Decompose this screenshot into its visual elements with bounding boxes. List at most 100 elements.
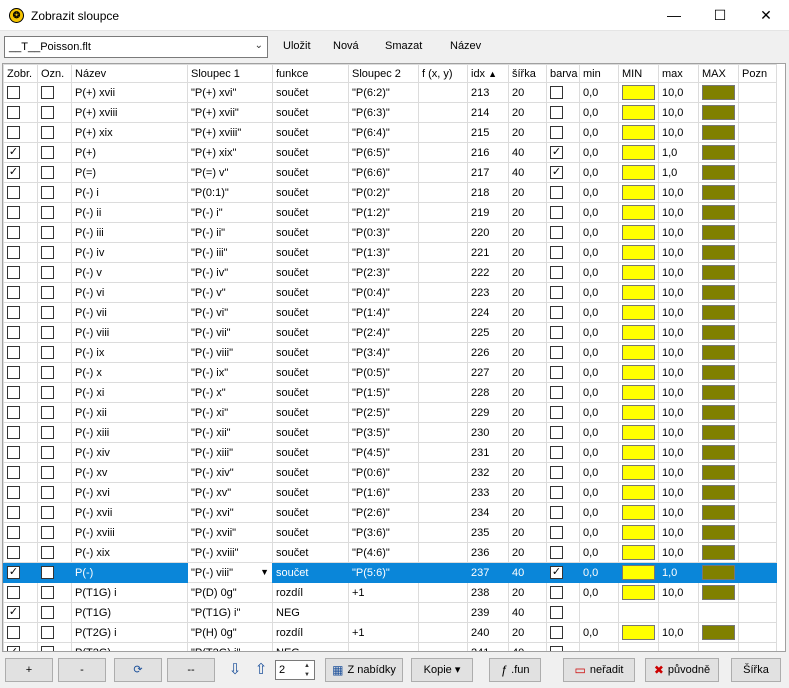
cell-s2[interactable]: "P(1:5)" — [348, 382, 419, 403]
cell-idx[interactable]: 222 — [467, 262, 509, 283]
cell-nazev[interactable]: P(-) — [71, 562, 188, 583]
ozn-checkbox[interactable] — [41, 246, 54, 259]
cell-min[interactable]: 0,0 — [579, 402, 619, 423]
cell-funkce[interactable]: součet — [272, 402, 349, 423]
table-row[interactable]: ✓ P(+) "P(+) xix" součet "P(6:5)" 216 40 ✓ 0,0 1,… — [3, 142, 777, 163]
cell-fxy[interactable] — [418, 342, 468, 363]
barva-checkbox[interactable] — [550, 506, 563, 519]
table-row[interactable]: P(-) ix "P(-) viii" součet "P(3:4)" 226 20 0,0… — [3, 342, 777, 363]
cell-pozn[interactable] — [738, 522, 777, 543]
cell-min-color[interactable] — [618, 122, 659, 143]
cell-ozn[interactable] — [37, 482, 72, 503]
table-row[interactable]: P(+) xvii "P(+) xvi" součet "P(6:2)" 213 20 0,… — [3, 82, 777, 103]
cell-max[interactable]: 10,0 — [658, 202, 699, 223]
cell-min-color[interactable] — [618, 402, 659, 423]
table-row[interactable]: P(-) x "P(-) ix" součet "P(0:5)" 227 20 0,0 10,… — [3, 362, 777, 383]
cell-zobr[interactable] — [3, 322, 38, 343]
barva-checkbox[interactable] — [550, 526, 563, 539]
barva-checkbox[interactable] — [550, 206, 563, 219]
table-row[interactable]: P(T2G) i "P(H) 0g" rozdíl +1 240 20 0,0 10,0 — [3, 622, 777, 643]
cell-s2[interactable]: "P(5:6)" — [348, 562, 419, 583]
cell-funkce[interactable]: součet — [272, 502, 349, 523]
cell-nazev[interactable]: P(-) xiii — [71, 422, 188, 443]
cell-sirka[interactable]: 20 — [508, 402, 547, 423]
cell-s1[interactable]: "P(+) xvi" — [187, 82, 273, 103]
col-header-idx[interactable]: idx ▲ — [467, 64, 509, 83]
ozn-checkbox[interactable] — [41, 506, 54, 519]
cell-ozn[interactable] — [37, 522, 72, 543]
zobr-checkbox[interactable] — [7, 346, 20, 359]
cell-ozn[interactable] — [37, 322, 72, 343]
cell-nazev[interactable]: P(-) ix — [71, 342, 188, 363]
cell-pozn[interactable] — [738, 342, 777, 363]
cell-max[interactable]: 10,0 — [658, 362, 699, 383]
rename-button[interactable]: Název — [450, 40, 481, 52]
table-row[interactable]: P(-) viii "P(-) vii" součet "P(2:4)" 225 20 0,… — [3, 322, 777, 343]
width-button[interactable]: Šířka — [731, 658, 781, 682]
cell-s1[interactable]: "P(0:1)" — [187, 182, 273, 203]
cell-max[interactable]: 10,0 — [658, 462, 699, 483]
min-color-swatch[interactable] — [622, 165, 655, 180]
cell-sirka[interactable]: 20 — [508, 362, 547, 383]
cell-sirka[interactable]: 20 — [508, 262, 547, 283]
cell-idx[interactable]: 239 — [467, 602, 509, 623]
min-color-swatch[interactable] — [622, 545, 655, 560]
cell-s1[interactable]: "P(+) xvii" — [187, 102, 273, 123]
cell-zobr[interactable] — [3, 302, 38, 323]
cell-barva[interactable] — [546, 102, 580, 123]
cell-max-color[interactable] — [698, 422, 739, 443]
cell-min[interactable]: 0,0 — [579, 582, 619, 603]
col-header-sirka[interactable]: šířka — [508, 64, 547, 83]
cell-barva[interactable] — [546, 382, 580, 403]
barva-checkbox[interactable]: ✓ — [550, 166, 563, 179]
min-color-swatch[interactable] — [622, 585, 655, 600]
cell-ozn[interactable] — [37, 202, 72, 223]
cell-sirka[interactable]: 20 — [508, 322, 547, 343]
cell-max-color[interactable] — [698, 342, 739, 363]
cell-s2[interactable]: "P(0:4)" — [348, 282, 419, 303]
dropdown-arrow-icon[interactable]: ▼ — [260, 567, 269, 577]
cell-fxy[interactable] — [418, 582, 468, 603]
cell-s2[interactable]: "P(6:3)" — [348, 102, 419, 123]
cell-min[interactable]: 0,0 — [579, 202, 619, 223]
cell-idx[interactable]: 215 — [467, 122, 509, 143]
barva-checkbox[interactable] — [550, 446, 563, 459]
cell-funkce[interactable]: součet — [272, 342, 349, 363]
cell-min[interactable]: 0,0 — [579, 462, 619, 483]
cell-sirka[interactable]: 40 — [508, 602, 547, 623]
cell-s1[interactable]: "P(-) v" — [187, 282, 273, 303]
ozn-checkbox[interactable] — [41, 406, 54, 419]
cell-fxy[interactable] — [418, 162, 468, 183]
max-color-swatch[interactable] — [702, 125, 735, 140]
cell-nazev[interactable]: P(-) iv — [71, 242, 188, 263]
zobr-checkbox[interactable] — [7, 486, 20, 499]
max-color-swatch[interactable] — [702, 505, 735, 520]
from-menu-button[interactable]: ▦ Z nabídky — [325, 658, 403, 682]
cell-idx[interactable]: 225 — [467, 322, 509, 343]
barva-checkbox[interactable] — [550, 326, 563, 339]
barva-checkbox[interactable] — [550, 186, 563, 199]
cell-sirka[interactable]: 20 — [508, 522, 547, 543]
cell-ozn[interactable] — [37, 102, 72, 123]
cell-min[interactable] — [579, 602, 619, 623]
cell-barva[interactable] — [546, 82, 580, 103]
max-color-swatch[interactable] — [702, 585, 735, 600]
cell-idx[interactable]: 220 — [467, 222, 509, 243]
max-color-swatch[interactable] — [702, 625, 735, 640]
cell-nazev[interactable]: P(-) xii — [71, 402, 188, 423]
cell-s1[interactable]: "P(+) xviii" — [187, 122, 273, 143]
cell-s2[interactable]: "P(4:5)" — [348, 442, 419, 463]
cell-idx[interactable]: 218 — [467, 182, 509, 203]
cell-sirka[interactable]: 20 — [508, 242, 547, 263]
barva-checkbox[interactable] — [550, 486, 563, 499]
col-header-pozn[interactable]: Pozn — [738, 64, 777, 83]
cell-idx[interactable]: 223 — [467, 282, 509, 303]
cell-sirka[interactable]: 20 — [508, 82, 547, 103]
cell-nazev[interactable]: P(-) xi — [71, 382, 188, 403]
max-color-swatch[interactable] — [702, 365, 735, 380]
cell-nazev[interactable]: P(-) xiv — [71, 442, 188, 463]
cell-min-color[interactable] — [618, 142, 659, 163]
zobr-checkbox[interactable] — [7, 286, 20, 299]
ozn-checkbox[interactable] — [41, 566, 54, 579]
cell-min[interactable]: 0,0 — [579, 442, 619, 463]
